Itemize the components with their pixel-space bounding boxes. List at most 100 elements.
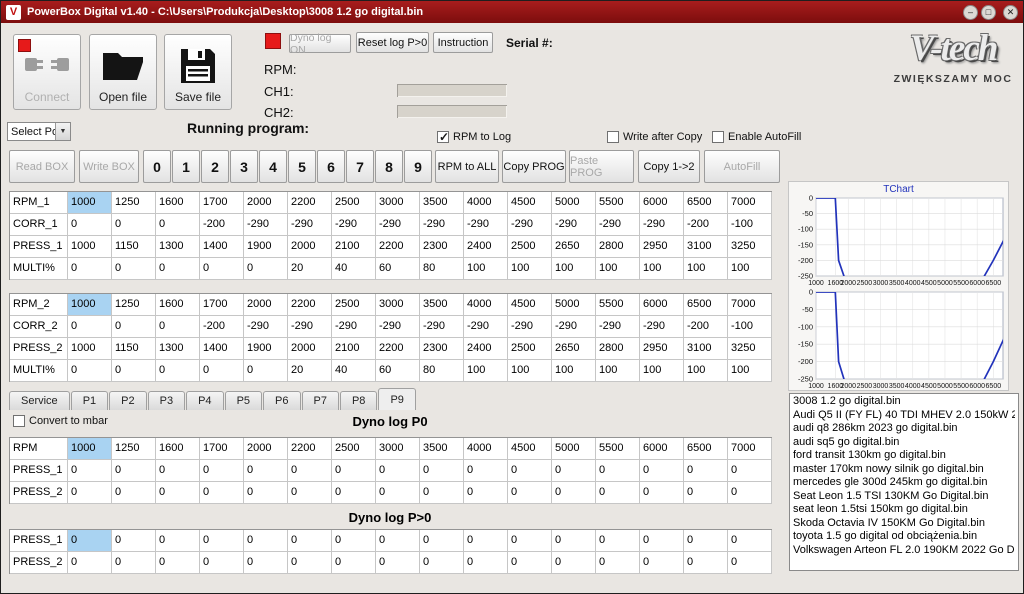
table-cell[interactable]: 2000 <box>244 438 288 460</box>
table-cell[interactable]: 7000 <box>728 438 772 460</box>
digit-button-6[interactable]: 6 <box>317 150 345 183</box>
table-cell[interactable]: 2800 <box>596 338 640 360</box>
paste-prog-button[interactable]: Paste PROG <box>569 150 634 183</box>
table-cell[interactable]: -100 <box>728 316 772 338</box>
table-cell[interactable]: 6000 <box>640 438 684 460</box>
table-cell[interactable]: 20 <box>288 360 332 382</box>
table-cell[interactable]: 1000 <box>68 294 112 316</box>
table-cell[interactable]: 0 <box>68 530 112 552</box>
file-item[interactable]: Volkswagen Arteon FL 2.0 190KM 2022 Go D… <box>793 544 1015 558</box>
table-cell[interactable]: 0 <box>552 552 596 574</box>
table-cell[interactable]: 0 <box>244 482 288 504</box>
table-cell[interactable]: 2400 <box>464 236 508 258</box>
connect-button[interactable]: Connect <box>13 34 81 110</box>
table-cell[interactable]: 0 <box>200 460 244 482</box>
table-cell[interactable]: 1700 <box>200 438 244 460</box>
table-cell[interactable]: 2200 <box>288 438 332 460</box>
table-cell[interactable]: 100 <box>508 360 552 382</box>
table-cell[interactable]: -200 <box>684 316 728 338</box>
table-cell[interactable]: 2500 <box>508 236 552 258</box>
table-cell[interactable]: 1600 <box>156 192 200 214</box>
table-cell[interactable]: 6500 <box>684 438 728 460</box>
table-cell[interactable]: 0 <box>112 460 156 482</box>
table-cell[interactable]: 0 <box>288 552 332 574</box>
digit-button-9[interactable]: 9 <box>404 150 432 183</box>
table-cell[interactable]: 0 <box>112 316 156 338</box>
table-cell[interactable]: 0 <box>112 482 156 504</box>
table-cell[interactable]: 2500 <box>332 438 376 460</box>
table-cell[interactable]: 2500 <box>332 294 376 316</box>
table-cell[interactable]: 1000 <box>68 192 112 214</box>
table-cell[interactable]: 2950 <box>640 338 684 360</box>
table-cell[interactable]: 0 <box>112 552 156 574</box>
table-cell[interactable]: 3000 <box>376 438 420 460</box>
table-cell[interactable]: 0 <box>200 552 244 574</box>
read-box-button[interactable]: Read BOX <box>9 150 75 183</box>
table-cell[interactable]: 0 <box>156 360 200 382</box>
table-cell[interactable]: -200 <box>200 214 244 236</box>
table-cell[interactable]: -290 <box>244 316 288 338</box>
table-cell[interactable]: 0 <box>508 530 552 552</box>
table-cell[interactable]: 4500 <box>508 192 552 214</box>
file-item[interactable]: ford transit 130km go digital.bin <box>793 449 1015 463</box>
digit-button-8[interactable]: 8 <box>375 150 403 183</box>
table-cell[interactable]: 6500 <box>684 192 728 214</box>
table-cell[interactable]: 0 <box>112 214 156 236</box>
table-cell[interactable]: 0 <box>596 482 640 504</box>
tab-p8[interactable]: P8 <box>340 391 377 410</box>
table-cell[interactable]: 100 <box>596 360 640 382</box>
table-cell[interactable]: 1150 <box>112 236 156 258</box>
open-file-button[interactable]: Open file <box>89 34 157 110</box>
table-cell[interactable]: 6000 <box>640 294 684 316</box>
table-cell[interactable]: 100 <box>684 360 728 382</box>
table-cell[interactable]: 4000 <box>464 192 508 214</box>
table-cell[interactable]: 0 <box>684 482 728 504</box>
table-cell[interactable]: 80 <box>420 258 464 280</box>
table-cell[interactable]: 2300 <box>420 236 464 258</box>
table-cell[interactable]: 100 <box>596 258 640 280</box>
file-item[interactable]: 3008 1.2 go digital.bin <box>793 395 1015 409</box>
table-cell[interactable]: 7000 <box>728 192 772 214</box>
table-cell[interactable]: -200 <box>684 214 728 236</box>
table-cell[interactable]: 2500 <box>508 338 552 360</box>
table-cell[interactable]: -290 <box>596 316 640 338</box>
minimize-button[interactable]: – <box>963 5 978 20</box>
table-cell[interactable]: 60 <box>376 360 420 382</box>
tab-p2[interactable]: P2 <box>109 391 146 410</box>
table-cell[interactable]: 100 <box>728 360 772 382</box>
autofill-button[interactable]: AutoFill <box>704 150 780 183</box>
table-cell[interactable]: 1250 <box>112 438 156 460</box>
table-cell[interactable]: 0 <box>244 552 288 574</box>
table-cell[interactable]: 2800 <box>596 236 640 258</box>
file-item[interactable]: Skoda Octavia IV 150KM Go Digital.bin <box>793 517 1015 531</box>
table-cell[interactable]: 1000 <box>68 438 112 460</box>
table-cell[interactable]: 0 <box>640 530 684 552</box>
table-cell[interactable]: 3000 <box>376 192 420 214</box>
table-cell[interactable]: 0 <box>420 552 464 574</box>
file-item[interactable]: audi q8 286km 2023 go digital.bin <box>793 422 1015 436</box>
table-cell[interactable]: 2100 <box>332 236 376 258</box>
table-cell[interactable]: 0 <box>728 482 772 504</box>
table-cell[interactable]: 0 <box>684 552 728 574</box>
table-cell[interactable]: 0 <box>728 460 772 482</box>
table-cell[interactable]: -290 <box>464 214 508 236</box>
file-item[interactable]: toyota 1.5 go digital od obciążenia.bin <box>793 530 1015 544</box>
table-cell[interactable]: 100 <box>640 258 684 280</box>
table-cell[interactable]: 0 <box>68 258 112 280</box>
table-cell[interactable]: 1900 <box>244 338 288 360</box>
table-cell[interactable]: 100 <box>508 258 552 280</box>
table-cell[interactable]: 0 <box>684 460 728 482</box>
copy-prog-button[interactable]: Copy PROG <box>502 150 566 183</box>
table-cell[interactable]: 0 <box>112 258 156 280</box>
table-cell[interactable]: 40 <box>332 258 376 280</box>
table-cell[interactable]: 5500 <box>596 192 640 214</box>
table-cell[interactable]: 2200 <box>288 294 332 316</box>
table-cell[interactable]: 0 <box>68 552 112 574</box>
table-cell[interactable]: 0 <box>156 482 200 504</box>
digit-button-7[interactable]: 7 <box>346 150 374 183</box>
table-cell[interactable]: 0 <box>640 460 684 482</box>
table-cell[interactable]: 2000 <box>244 192 288 214</box>
table-cell[interactable]: 0 <box>288 482 332 504</box>
table-cell[interactable]: -290 <box>288 316 332 338</box>
table-cell[interactable]: -290 <box>376 214 420 236</box>
